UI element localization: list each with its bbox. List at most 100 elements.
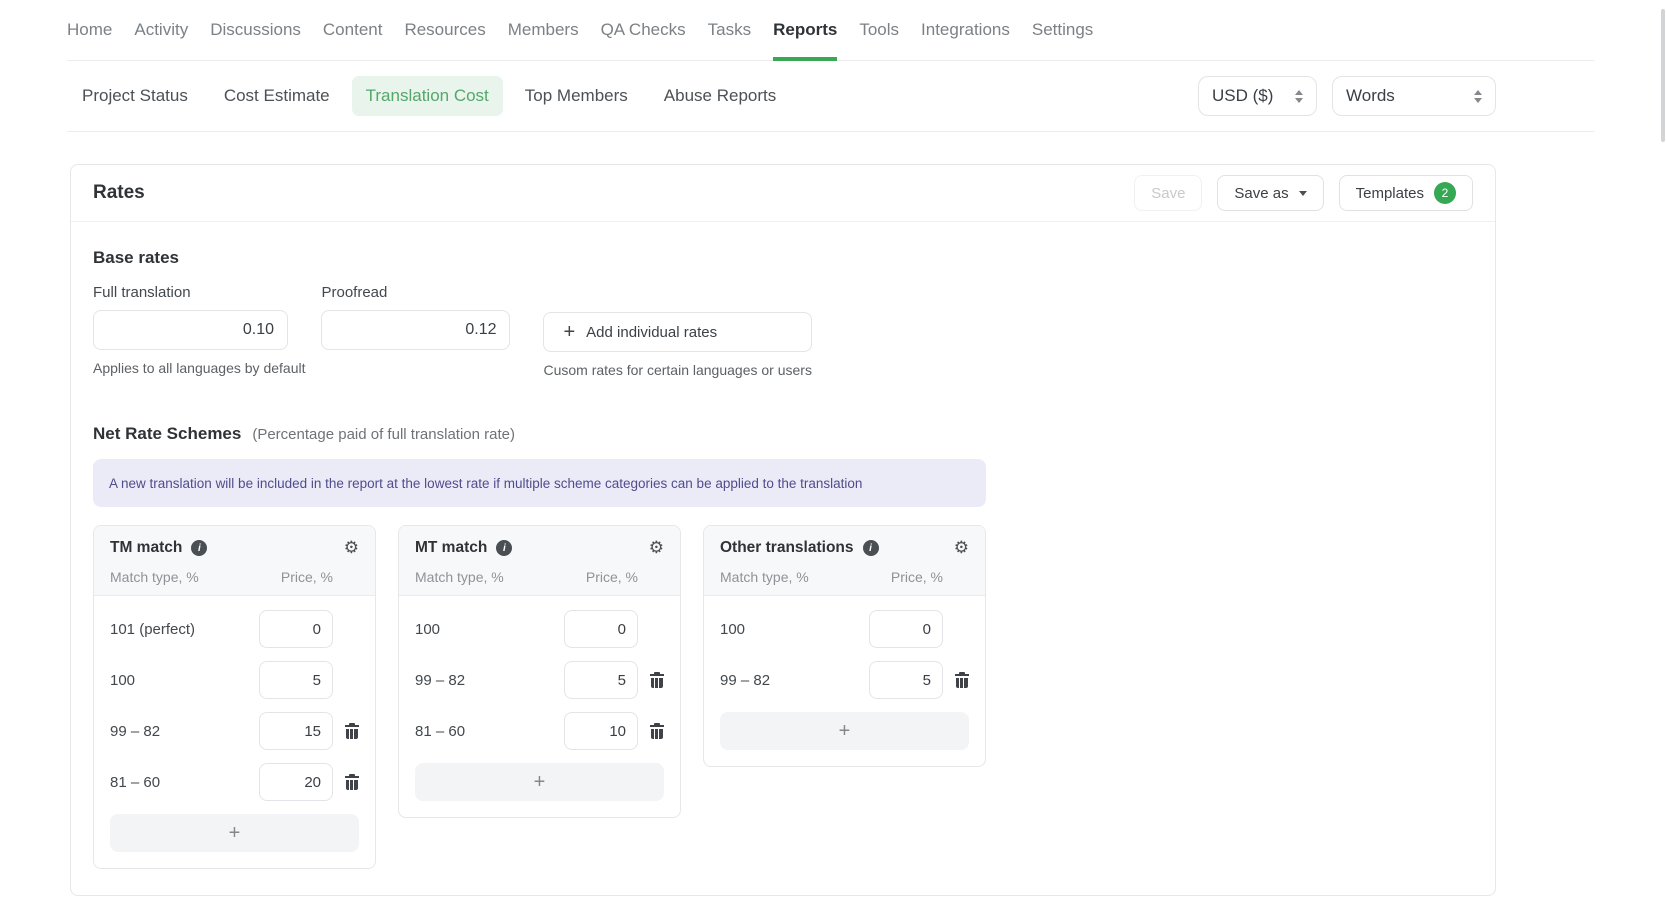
save-as-label: Save as — [1234, 185, 1288, 202]
nav-item-home[interactable]: Home — [67, 0, 112, 60]
nav-item-integrations[interactable]: Integrations — [921, 0, 1010, 60]
gear-icon[interactable]: ⚙ — [649, 540, 664, 557]
delete-row-icon[interactable] — [650, 672, 664, 688]
subnav-item-translation-cost[interactable]: Translation Cost — [352, 76, 503, 116]
base-rates-note-left: Applies to all languages by default — [93, 360, 305, 376]
nav-item-resources[interactable]: Resources — [404, 0, 485, 60]
scheme-card-other-translations: Other translationsi⚙Match type, %Price, … — [703, 525, 986, 767]
scheme-title: Other translations — [720, 539, 854, 557]
info-banner: A new translation will be included in th… — [93, 459, 986, 507]
scheme-card-body: 100 99 – 82 81 – 60 + — [399, 596, 680, 817]
proofread-input[interactable] — [321, 310, 510, 350]
match-type-label: 101 (perfect) — [110, 621, 259, 638]
match-type-label: 100 — [110, 672, 259, 689]
net-rate-schemes-heading: Net Rate Schemes — [93, 424, 241, 444]
price-input[interactable] — [564, 712, 638, 750]
price-input[interactable] — [259, 610, 333, 648]
delete-row-icon[interactable] — [345, 723, 359, 739]
page-title: Rates — [93, 182, 145, 204]
price-input[interactable] — [564, 610, 638, 648]
add-rate-row-button[interactable]: + — [720, 712, 969, 750]
nav-item-content[interactable]: Content — [323, 0, 383, 60]
unit-select[interactable]: Words — [1332, 76, 1496, 116]
save-button[interactable]: Save — [1134, 175, 1202, 211]
rate-row: 101 (perfect) — [110, 610, 359, 648]
schemes-row: TM matchi⚙Match type, %Price, %101 (perf… — [93, 525, 1473, 869]
nav-item-discussions[interactable]: Discussions — [210, 0, 301, 60]
add-individual-rates-button[interactable]: + Add individual rates — [543, 312, 811, 352]
info-icon[interactable]: i — [191, 540, 207, 556]
full-translation-input[interactable] — [93, 310, 288, 350]
price-input[interactable] — [869, 610, 943, 648]
info-icon[interactable]: i — [496, 540, 512, 556]
net-rate-schemes-headrow: Net Rate Schemes (Percentage paid of ful… — [93, 424, 1473, 444]
price-input[interactable] — [564, 661, 638, 699]
nav-item-settings[interactable]: Settings — [1032, 0, 1093, 60]
nav-item-members[interactable]: Members — [508, 0, 579, 60]
rate-row: 99 – 82 — [110, 712, 359, 750]
base-rates-note-right: Cusom rates for certain languages or use… — [543, 362, 811, 378]
rates-actions: Save Save as Templates 2 — [1134, 175, 1473, 211]
scheme-title-row: MT matchi⚙ — [415, 539, 664, 557]
gear-icon[interactable]: ⚙ — [344, 540, 359, 557]
select-arrows-icon — [1295, 90, 1303, 103]
subnav-item-abuse-reports[interactable]: Abuse Reports — [664, 86, 776, 106]
price-input[interactable] — [259, 763, 333, 801]
currency-select[interactable]: USD ($) — [1198, 76, 1317, 116]
price-input[interactable] — [259, 661, 333, 699]
save-as-button[interactable]: Save as — [1217, 175, 1323, 211]
trash-slot — [638, 672, 664, 688]
price-column-label: Price, % — [281, 569, 333, 585]
add-individual-rates-label: Add individual rates — [586, 324, 717, 341]
scheme-card-body: 10099 – 82+ — [704, 596, 985, 766]
info-icon[interactable]: i — [863, 540, 879, 556]
add-rate-row-button[interactable]: + — [110, 814, 359, 852]
price-input[interactable] — [869, 661, 943, 699]
top-nav-bar: Home Activity Discussions Content Resources M… — [67, 0, 1594, 61]
price-input[interactable] — [259, 712, 333, 750]
full-translation-field: Full translation Applies to all language… — [93, 284, 305, 376]
subnav-items: Project Status Cost Estimate Translation C… — [82, 76, 776, 116]
nav-item-tasks[interactable]: Tasks — [708, 0, 751, 60]
match-type-label: 81 – 60 — [415, 723, 564, 740]
match-type-column-label: Match type, % — [110, 569, 281, 585]
rate-row: 99 – 82 — [720, 661, 969, 699]
nav-item-reports[interactable]: Reports — [773, 0, 837, 60]
match-type-column-label: Match type, % — [720, 569, 891, 585]
add-rate-row-button[interactable]: + — [415, 763, 664, 801]
base-rates-section: Base rates Full translation Applies to a… — [93, 248, 1473, 378]
proofread-label: Proofread — [321, 284, 510, 301]
match-type-label: 99 – 82 — [720, 672, 869, 689]
nav-item-tools[interactable]: Tools — [859, 0, 899, 60]
scheme-card-header: Other translationsi⚙Match type, %Price, … — [704, 526, 985, 596]
rate-row: 81 – 60 — [415, 712, 664, 750]
nav-item-activity[interactable]: Activity — [134, 0, 188, 60]
reports-subnav: Project Status Cost Estimate Translation C… — [67, 61, 1594, 131]
match-type-column-label: Match type, % — [415, 569, 586, 585]
delete-row-icon[interactable] — [955, 672, 969, 688]
nav-item-qa-checks[interactable]: QA Checks — [601, 0, 686, 60]
delete-row-icon[interactable] — [650, 723, 664, 739]
trash-slot — [333, 774, 359, 790]
trash-slot — [943, 672, 969, 688]
gear-icon[interactable]: ⚙ — [954, 540, 969, 557]
unit-select-value: Words — [1346, 86, 1395, 106]
subnav-item-project-status[interactable]: Project Status — [82, 86, 188, 106]
match-type-label: 99 – 82 — [415, 672, 564, 689]
scrollbar[interactable] — [1661, 9, 1665, 142]
scheme-card-header: MT matchi⚙Match type, %Price, % — [399, 526, 680, 596]
top-nav: Home Activity Discussions Content Resources M… — [67, 0, 1594, 60]
price-column-label: Price, % — [586, 569, 638, 585]
match-type-label: 99 – 82 — [110, 723, 259, 740]
scheme-columns: Match type, %Price, % — [110, 569, 359, 585]
base-rates-controls: Full translation Applies to all language… — [93, 284, 1473, 378]
rate-row: 100 — [415, 610, 664, 648]
templates-button[interactable]: Templates 2 — [1339, 175, 1473, 211]
reports-subnav-bar: Project Status Cost Estimate Translation C… — [67, 61, 1594, 132]
rate-row: 99 – 82 — [415, 661, 664, 699]
match-type-label: 81 – 60 — [110, 774, 259, 791]
delete-row-icon[interactable] — [345, 774, 359, 790]
subnav-item-top-members[interactable]: Top Members — [525, 86, 628, 106]
scheme-card-mt-match: MT matchi⚙Match type, %Price, %10099 – 8… — [398, 525, 681, 818]
subnav-item-cost-estimate[interactable]: Cost Estimate — [224, 86, 330, 106]
